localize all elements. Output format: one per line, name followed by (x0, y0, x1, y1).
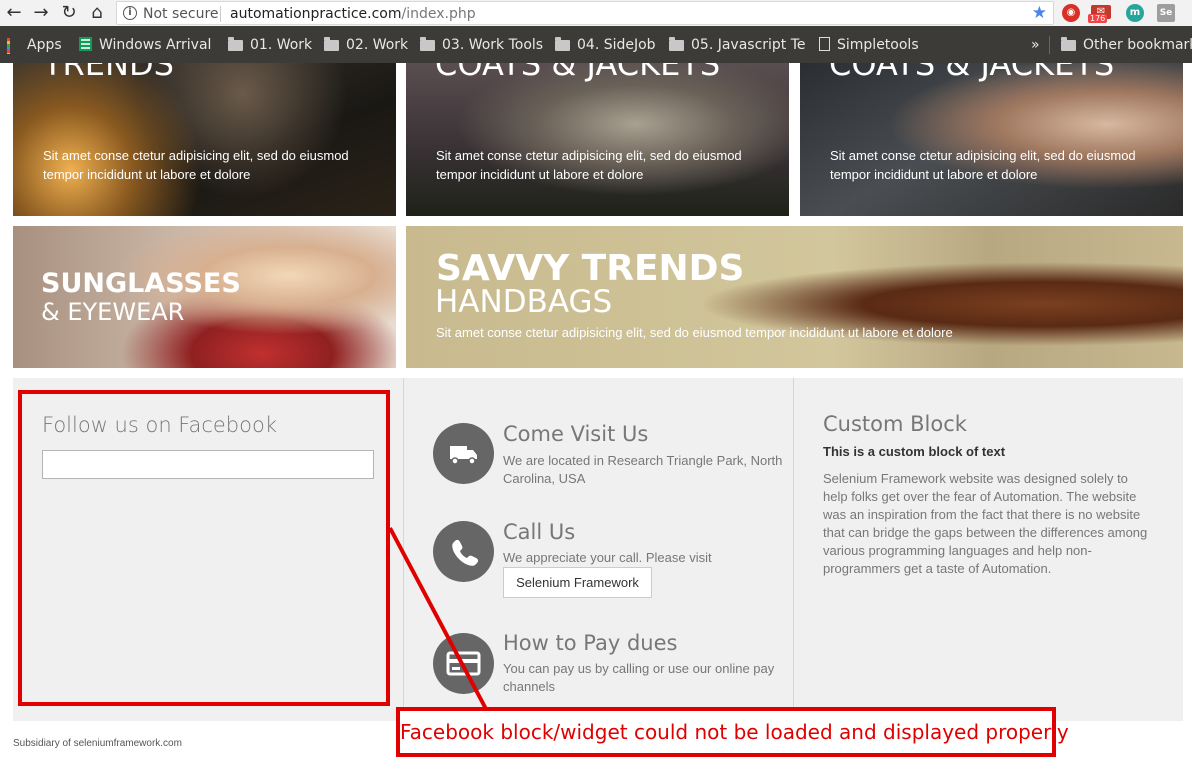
banner-trends[interactable]: TRENDS Sit amet conse ctetur adipisicing… (13, 63, 396, 216)
annotation-callout: Facebook block/widget could not be loade… (396, 707, 1069, 757)
column-divider (403, 378, 404, 721)
folder-icon (324, 37, 339, 51)
reload-icon[interactable]: ↻ (59, 3, 79, 23)
bookmark-02-work[interactable]: 02. Work (324, 36, 408, 54)
contact-text-pay: You can pay us by calling or use our onl… (503, 661, 775, 694)
home-icon[interactable]: ⌂ (87, 3, 107, 23)
banner-title: COATS & JACKETS (435, 63, 721, 83)
banner-subtitle: & EYEWEAR (41, 298, 185, 326)
banner-coats-jackets-2[interactable]: COATS & JACKETS Sit amet conse ctetur ad… (800, 63, 1183, 216)
info-icon[interactable]: i (123, 6, 137, 20)
bookmark-01-work[interactable]: 01. Work (228, 36, 312, 54)
banner-description: Sit amet conse ctetur adipisicing elit, … (436, 325, 953, 340)
bookmark-windows-arrival[interactable]: Windows Arrival (79, 36, 213, 54)
bookmark-star-icon[interactable]: ★ (1032, 3, 1047, 23)
banner-image (800, 63, 1183, 216)
column-divider (793, 378, 794, 721)
banner-sunglasses[interactable]: SUNGLASSES & EYEWEAR (13, 226, 396, 368)
banner-description: Sit amet conse ctetur adipisicing elit, … (436, 148, 742, 182)
banner-coats-jackets[interactable]: COATS & JACKETS Sit amet conse ctetur ad… (406, 63, 789, 216)
annotation-highlight-box (18, 390, 390, 706)
custom-block-subtitle: This is a custom block of text (823, 444, 1006, 459)
back-arrow-icon[interactable]: ← (4, 3, 24, 23)
folder-icon (228, 37, 243, 51)
apps-grid-icon (7, 38, 20, 54)
selenium-extension-icon[interactable]: Se (1157, 4, 1175, 22)
banner-title: SUNGLASSES (41, 268, 241, 299)
screenshot-root: ← → ↻ ⌂ i Not secure automationpractice.… (0, 0, 1192, 779)
selenium-framework-button[interactable]: Selenium Framework (503, 567, 652, 598)
bookmarks-separator (1049, 36, 1050, 54)
folder-icon (669, 37, 684, 51)
banner-description: Sit amet conse ctetur adipisicing elit, … (43, 148, 349, 182)
banner-title: TRENDS (43, 63, 174, 83)
security-label: Not secure (143, 6, 219, 22)
custom-block-title: Custom Block (823, 412, 967, 436)
folder-icon (420, 37, 435, 51)
bookmark-label: Apps (27, 37, 62, 53)
bookmark-label: Windows Arrival (99, 37, 212, 53)
bookmark-simpletools[interactable]: Simpletools (819, 36, 919, 54)
url-host: automationpractice.com (230, 6, 402, 22)
bookmarks-bar: Apps Windows Arrival 01. Work 02. Work 0… (0, 26, 1192, 63)
banner-title: SAVVY TRENDS (436, 248, 745, 289)
custom-block-text: Selenium Framework website was designed … (823, 471, 1148, 576)
banner-subtitle: HANDBAGS (435, 284, 613, 320)
address-bar[interactable]: i Not secure automationpractice.com/inde… (116, 1, 1054, 25)
forward-arrow-icon[interactable]: → (31, 3, 51, 23)
banner-image (406, 63, 789, 216)
contact-text-visit: We are located in Research Triangle Park… (503, 453, 783, 486)
credit-card-icon (433, 633, 494, 694)
bookmark-04-sidejob[interactable]: 04. SideJob (555, 36, 656, 54)
contact-title-visit: Come Visit Us (503, 422, 649, 446)
banner-title: COATS & JACKETS (829, 63, 1115, 83)
bookmark-label: Simpletools (837, 37, 919, 53)
url-path: /index.php (401, 6, 476, 22)
banner-description: Sit amet conse ctetur adipisicing elit, … (830, 148, 1136, 182)
phone-icon (433, 521, 494, 582)
bookmark-label: 04. SideJob (577, 37, 656, 53)
bookmark-label: 03. Work Tools (442, 37, 544, 53)
m-extension-icon[interactable]: m (1126, 4, 1144, 22)
sheets-icon (79, 37, 92, 51)
ublock-extension-icon[interactable]: ◉ (1062, 4, 1080, 22)
bookmark-05-javascript[interactable]: 05. Javascript Te (669, 36, 806, 54)
address-separator (220, 6, 221, 22)
banner-image (13, 63, 396, 216)
bookmark-label: Other bookmarks (1083, 37, 1192, 53)
contact-text-call: We appreciate your call. Please visit (503, 550, 712, 565)
bookmarks-overflow-button[interactable]: » (1031, 36, 1040, 54)
copyright-text[interactable]: Subsidiary of seleniumframework.com (13, 738, 182, 749)
folder-icon (555, 37, 570, 51)
browser-toolbar: ← → ↻ ⌂ i Not secure automationpractice.… (0, 0, 1192, 26)
bookmark-03-work-tools[interactable]: 03. Work Tools (420, 36, 543, 54)
contact-title-call: Call Us (503, 520, 576, 544)
page-icon (819, 37, 830, 51)
banner-handbags[interactable]: SAVVY TRENDS HANDBAGS Sit amet conse cte… (406, 226, 1183, 368)
folder-icon (1061, 37, 1076, 51)
bookmark-label: 01. Work (250, 37, 313, 53)
bookmark-apps[interactable]: Apps (7, 36, 62, 54)
bookmark-label: 02. Work (346, 37, 409, 53)
truck-icon (433, 423, 494, 484)
other-bookmarks[interactable]: Other bookmarks (1061, 36, 1192, 54)
url-text[interactable]: automationpractice.com/index.php (230, 6, 476, 22)
bookmark-label: 05. Javascript Te (691, 37, 806, 53)
contact-title-pay: How to Pay dues (503, 631, 678, 655)
mail-count-badge: 176 (1088, 14, 1108, 23)
